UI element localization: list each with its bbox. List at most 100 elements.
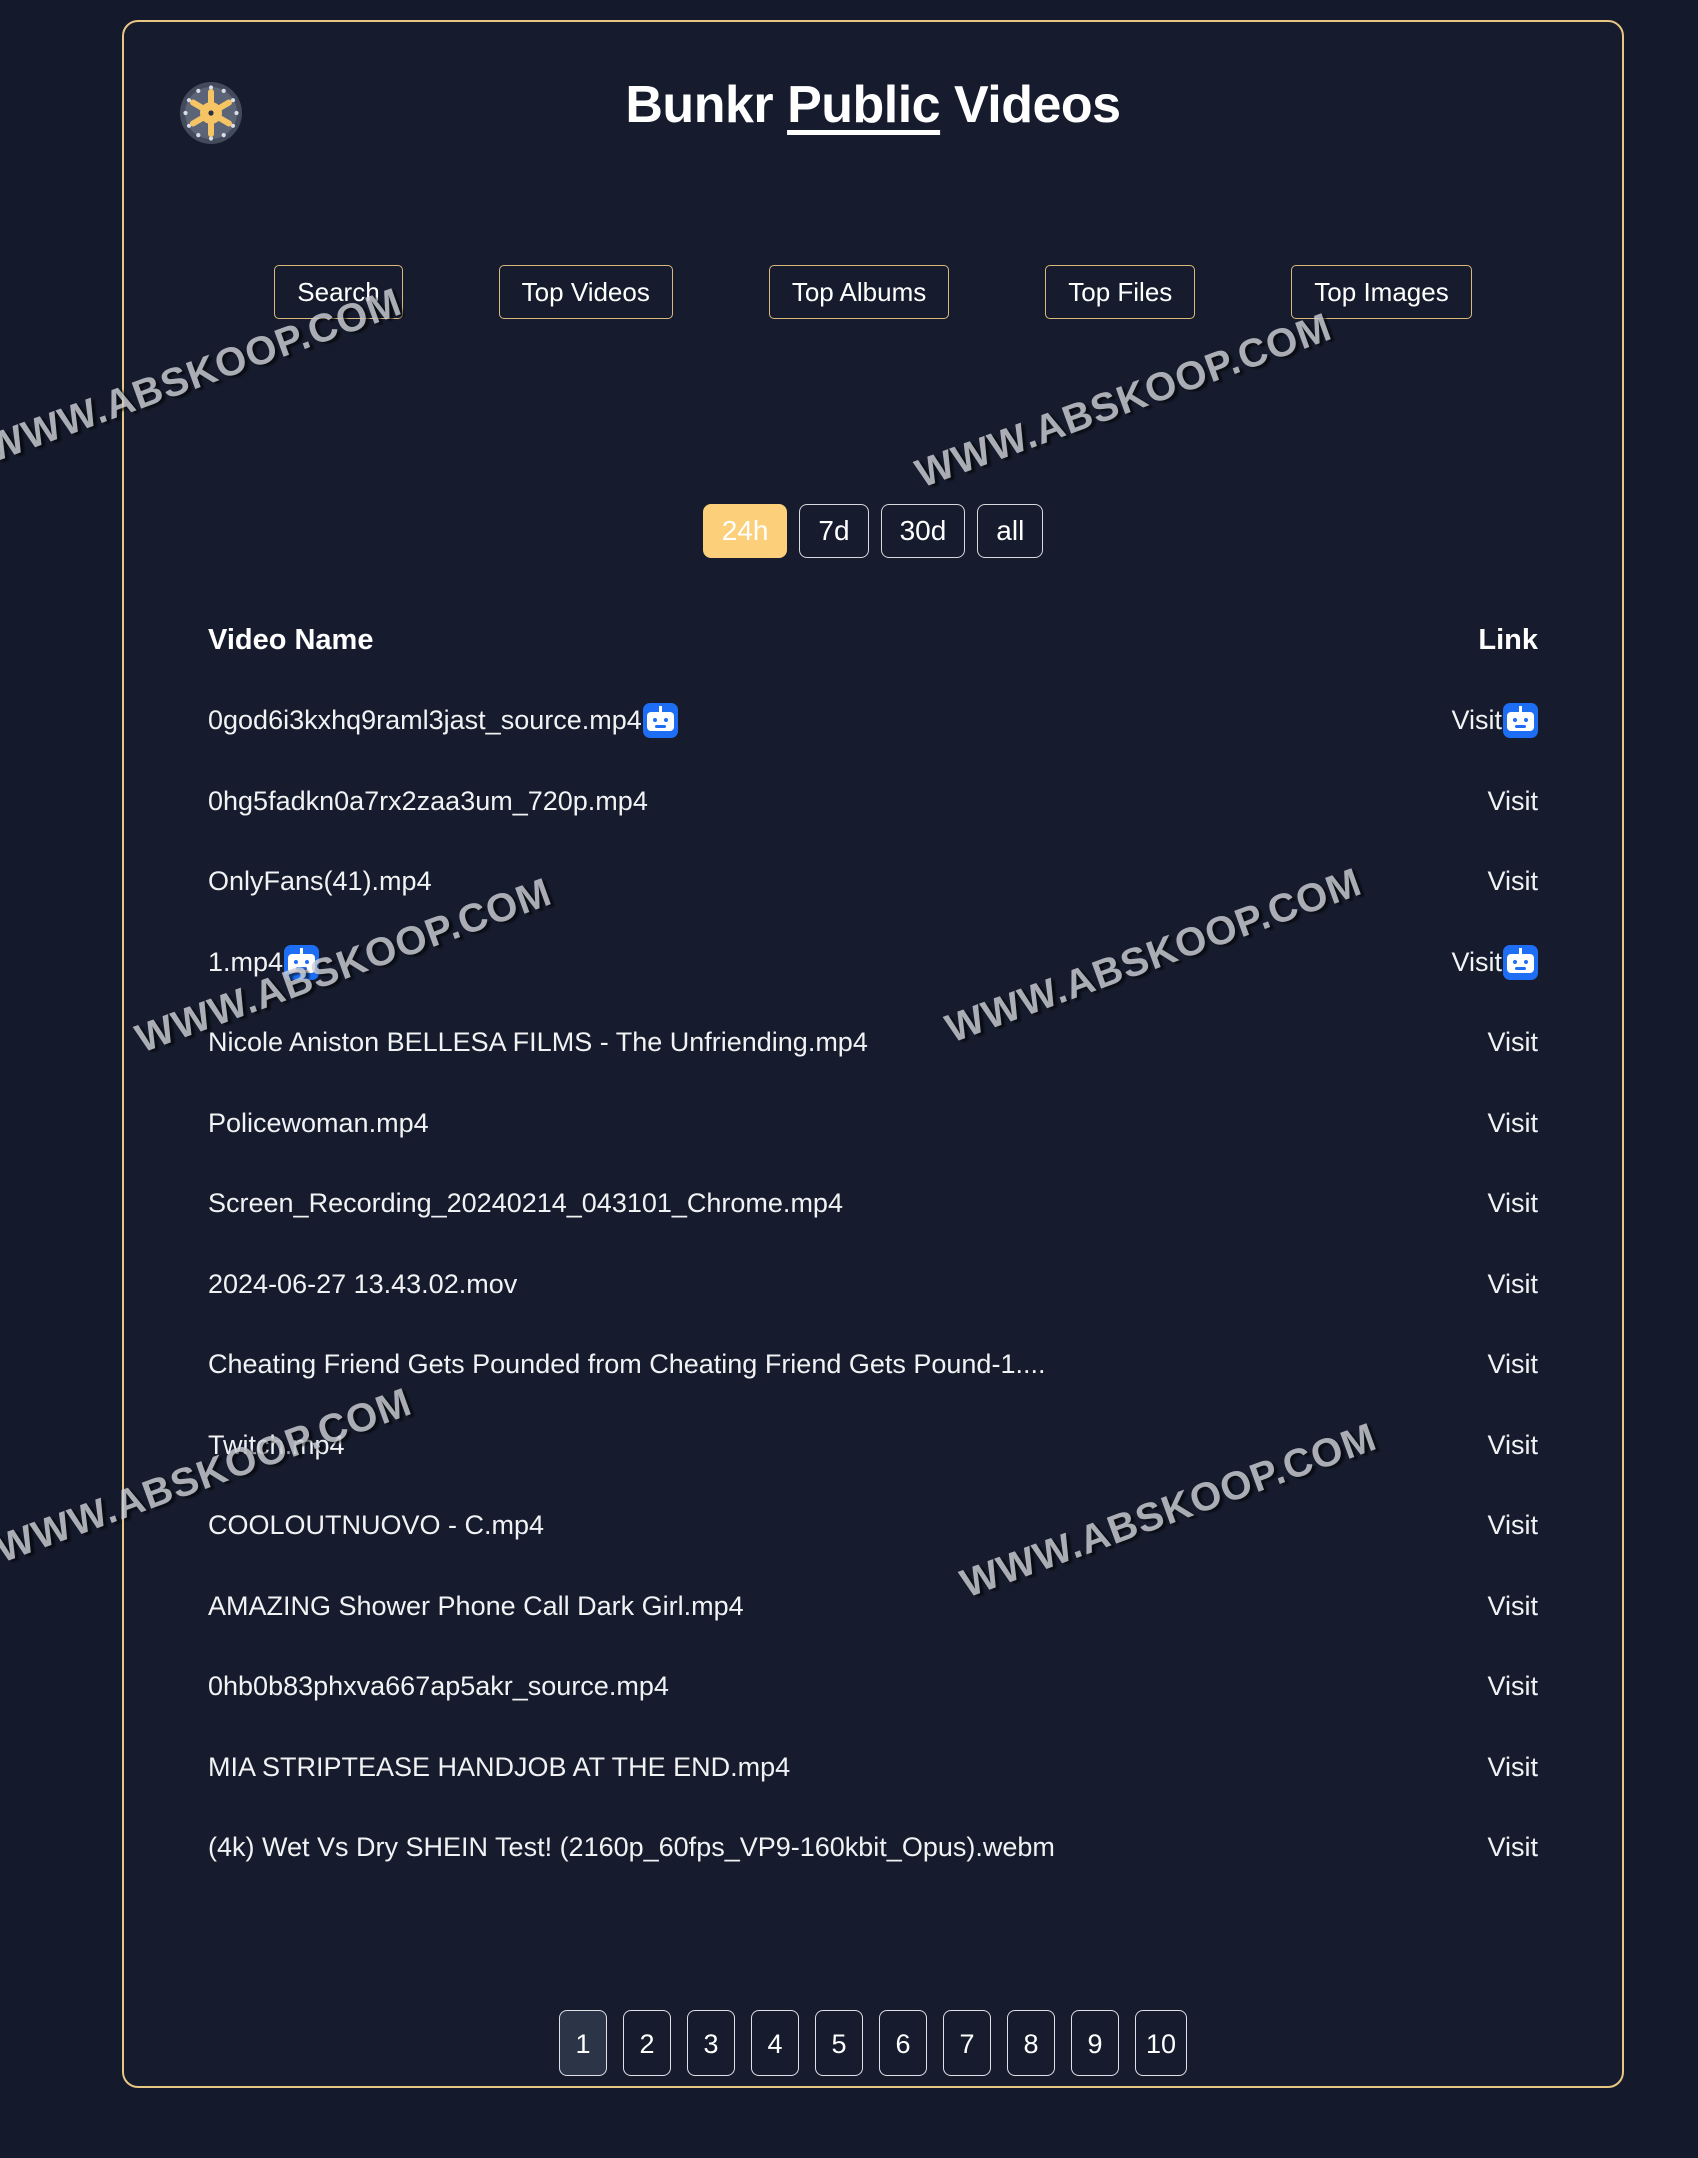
visit-link[interactable]: Visit xyxy=(1487,786,1538,817)
video-name-label: Cheating Friend Gets Pounded from Cheati… xyxy=(208,1349,1046,1380)
videos-table: Video Name Link 0god6i3kxhq9raml3jast_so… xyxy=(208,600,1538,1888)
video-name-cell: Policewoman.mp4 xyxy=(208,1108,1398,1139)
video-name-cell: AMAZING Shower Phone Call Dark Girl.mp4 xyxy=(208,1591,1398,1622)
video-name-cell: Nicole Aniston BELLESA FILMS - The Unfri… xyxy=(208,1027,1398,1058)
page-title-prefix: Bunkr xyxy=(625,76,788,134)
video-name-cell: 0hg5fadkn0a7rx2zaa3um_720p.mp4 xyxy=(208,786,1398,817)
link-cell: Visit xyxy=(1398,1188,1538,1219)
time-filter-24h[interactable]: 24h xyxy=(702,504,788,558)
video-name-cell: COOLOUTNUOVO - C.mp4 xyxy=(208,1510,1398,1541)
main-panel: Bunkr Public Videos Search Top Videos To… xyxy=(122,20,1624,2088)
pagination-page-10[interactable]: 10 xyxy=(1134,2010,1188,2076)
table-header-row: Video Name Link xyxy=(208,600,1538,681)
link-cell: Visit xyxy=(1398,1671,1538,1702)
video-name-cell: 0hb0b83phxva667ap5akr_source.mp4 xyxy=(208,1671,1398,1702)
pagination-page-7[interactable]: 7 xyxy=(942,2010,991,2076)
primary-nav: Search Top Videos Top Albums Top Files T… xyxy=(124,265,1622,319)
visit-link[interactable]: Visit xyxy=(1487,866,1538,897)
table-row: Policewoman.mp4 Visit xyxy=(208,1083,1538,1164)
nav-item-top-albums[interactable]: Top Albums xyxy=(768,265,950,319)
table-row: 1.mp4 Visit xyxy=(208,922,1538,1003)
table-body: 0god6i3kxhq9raml3jast_source.mp4 Visit 0hg… xyxy=(208,681,1538,1889)
link-cell: Visit xyxy=(1398,1591,1538,1622)
video-name-label: 1.mp4 xyxy=(208,946,284,977)
column-header-video-name: Video Name xyxy=(208,623,374,656)
table-row: Screen_Recording_20240214_043101_Chrome.… xyxy=(208,1164,1538,1245)
pagination-page-9[interactable]: 9 xyxy=(1070,2010,1119,2076)
table-row: 2024-06-27 13.43.02.mov Visit xyxy=(208,1244,1538,1325)
video-name-label: Twitch.mp4 xyxy=(208,1429,345,1460)
visit-link[interactable]: Visit xyxy=(1451,947,1502,978)
video-name-label: MIA STRIPTEASE HANDJOB AT THE END.mp4 xyxy=(208,1751,791,1782)
video-name-label: Policewoman.mp4 xyxy=(208,1107,429,1138)
link-cell: Visit xyxy=(1398,703,1538,739)
robot-icon[interactable] xyxy=(1503,944,1538,980)
link-cell: Visit xyxy=(1398,1108,1538,1139)
video-name-cell: 1.mp4 xyxy=(208,944,1398,980)
table-row: Twitch.mp4 Visit xyxy=(208,1405,1538,1486)
table-row: 0god6i3kxhq9raml3jast_source.mp4 Visit xyxy=(208,681,1538,762)
pagination-page-3[interactable]: 3 xyxy=(686,2010,735,2076)
visit-link[interactable]: Visit xyxy=(1487,1510,1538,1541)
robot-icon[interactable] xyxy=(1503,703,1538,739)
nav-item-top-images[interactable]: Top Images xyxy=(1291,265,1472,319)
table-row: COOLOUTNUOVO - C.mp4 Visit xyxy=(208,1486,1538,1567)
video-name-cell: Twitch.mp4 xyxy=(208,1430,1398,1461)
time-filter-all[interactable]: all xyxy=(977,504,1044,558)
visit-link[interactable]: Visit xyxy=(1487,1832,1538,1863)
pagination: 1 2 3 4 5 6 7 8 9 10 xyxy=(124,2010,1622,2076)
nav-item-search[interactable]: Search xyxy=(274,265,403,319)
pagination-page-2[interactable]: 2 xyxy=(622,2010,671,2076)
visit-link[interactable]: Visit xyxy=(1487,1188,1538,1219)
video-name-cell: MIA STRIPTEASE HANDJOB AT THE END.mp4 xyxy=(208,1752,1398,1783)
visit-link[interactable]: Visit xyxy=(1487,1430,1538,1461)
link-cell: Visit xyxy=(1398,1832,1538,1863)
nav-item-top-videos[interactable]: Top Videos xyxy=(498,265,673,319)
link-cell: Visit xyxy=(1398,1269,1538,1300)
pagination-page-5[interactable]: 5 xyxy=(814,2010,863,2076)
page-header: Bunkr Public Videos xyxy=(124,22,1622,172)
robot-icon[interactable] xyxy=(642,703,678,739)
visit-link[interactable]: Visit xyxy=(1487,1752,1538,1783)
page-root: Bunkr Public Videos Search Top Videos To… xyxy=(0,0,1698,2158)
video-name-label: OnlyFans(41).mp4 xyxy=(208,866,432,897)
video-name-cell: (4k) Wet Vs Dry SHEIN Test! (2160p_60fps… xyxy=(208,1832,1398,1863)
nav-item-top-files[interactable]: Top Files xyxy=(1045,265,1196,319)
pagination-page-4[interactable]: 4 xyxy=(750,2010,799,2076)
visit-link[interactable]: Visit xyxy=(1487,1027,1538,1058)
table-row: AMAZING Shower Phone Call Dark Girl.mp4 V… xyxy=(208,1566,1538,1647)
video-name-label: Nicole Aniston BELLESA FILMS - The Unfri… xyxy=(208,1027,868,1058)
robot-icon[interactable] xyxy=(284,944,320,980)
video-name-label: 2024-06-27 13.43.02.mov xyxy=(208,1268,518,1299)
link-cell: Visit xyxy=(1398,786,1538,817)
link-cell: Visit xyxy=(1398,866,1538,897)
table-row: 0hg5fadkn0a7rx2zaa3um_720p.mp4 Visit xyxy=(208,761,1538,842)
video-name-cell: 0god6i3kxhq9raml3jast_source.mp4 xyxy=(208,703,1398,739)
time-filter-7d[interactable]: 7d xyxy=(799,504,869,558)
pagination-page-8[interactable]: 8 xyxy=(1006,2010,1055,2076)
table-row: OnlyFans(41).mp4 Visit xyxy=(208,842,1538,923)
pagination-page-1[interactable]: 1 xyxy=(558,2010,607,2076)
link-cell: Visit xyxy=(1398,1752,1538,1783)
video-name-cell: OnlyFans(41).mp4 xyxy=(208,866,1398,897)
column-header-link: Link xyxy=(1478,623,1538,656)
visit-link[interactable]: Visit xyxy=(1487,1108,1538,1139)
table-row: Cheating Friend Gets Pounded from Cheati… xyxy=(208,1325,1538,1406)
link-cell: Visit xyxy=(1398,1027,1538,1058)
video-name-label: 0hb0b83phxva667ap5akr_source.mp4 xyxy=(208,1671,669,1702)
visit-link[interactable]: Visit xyxy=(1487,1349,1538,1380)
visit-link[interactable]: Visit xyxy=(1487,1269,1538,1300)
video-name-label: COOLOUTNUOVO - C.mp4 xyxy=(208,1510,545,1541)
page-title-emphasis: Public xyxy=(787,76,941,134)
visit-link[interactable]: Visit xyxy=(1451,705,1502,736)
video-name-label: Screen_Recording_20240214_043101_Chrome.… xyxy=(208,1188,843,1219)
table-row: MIA STRIPTEASE HANDJOB AT THE END.mp4 Vis… xyxy=(208,1727,1538,1808)
time-filter-30d[interactable]: 30d xyxy=(880,504,966,558)
visit-link[interactable]: Visit xyxy=(1487,1591,1538,1622)
video-name-cell: Screen_Recording_20240214_043101_Chrome.… xyxy=(208,1188,1398,1219)
pagination-page-6[interactable]: 6 xyxy=(878,2010,927,2076)
visit-link[interactable]: Visit xyxy=(1487,1671,1538,1702)
video-name-cell: Cheating Friend Gets Pounded from Cheati… xyxy=(208,1349,1398,1380)
time-range-filter: 24h 7d 30d all xyxy=(124,504,1622,558)
video-name-label: 0hg5fadkn0a7rx2zaa3um_720p.mp4 xyxy=(208,785,648,816)
